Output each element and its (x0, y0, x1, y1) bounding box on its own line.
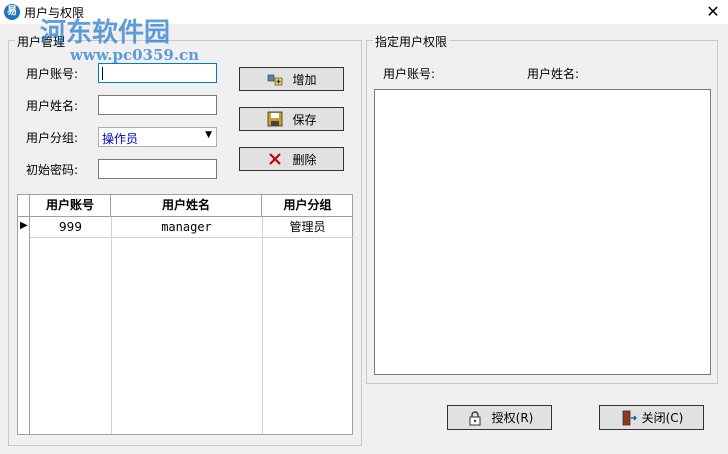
delete-button-label: 删除 (292, 152, 317, 167)
permissions-title: 指定用户权限 (373, 33, 450, 50)
permissions-list[interactable] (374, 89, 711, 375)
perm-account-label: 用户账号: (383, 67, 436, 81)
title-bar: 易 用户与权限 ✕ (0, 0, 728, 24)
name-label: 用户姓名: (26, 99, 79, 113)
column-divider (111, 217, 112, 434)
save-button[interactable]: 保存 (239, 107, 344, 131)
add-button[interactable]: 增加 (239, 67, 344, 91)
column-divider (262, 217, 263, 434)
add-button-label: 增加 (292, 72, 317, 87)
chevron-down-icon[interactable]: ▼ (205, 130, 212, 140)
user-management-title: 用户管理 (15, 33, 68, 50)
authorize-button-label: 授权(R) (491, 411, 534, 425)
grid-header: 用户账号 用户姓名 用户分组 (18, 195, 352, 217)
password-label: 初始密码: (26, 163, 79, 177)
lock-icon (466, 410, 484, 426)
group-select[interactable]: 操作员 ▼ (98, 127, 217, 147)
column-header-name[interactable]: 用户姓名 (111, 195, 262, 217)
red-x-icon (266, 151, 284, 167)
password-input[interactable] (98, 159, 217, 179)
delete-button[interactable]: 删除 (239, 147, 344, 171)
app-icon: 易 (4, 4, 20, 20)
users-grid[interactable]: 用户账号 用户姓名 用户分组 ▶ 999 manager 管理员 (17, 194, 353, 435)
exit-door-icon (620, 410, 638, 426)
cell-group[interactable]: 管理员 (262, 217, 353, 237)
row-divider (30, 237, 353, 238)
group-select-value: 操作员 (102, 132, 139, 146)
close-button[interactable]: 关闭(C) (599, 405, 704, 430)
row-pointer-icon: ▶ (20, 220, 28, 231)
column-header-account[interactable]: 用户账号 (30, 195, 111, 217)
window-close-button[interactable]: ✕ (698, 0, 728, 24)
header-row-selector (18, 195, 30, 217)
column-header-group[interactable]: 用户分组 (262, 195, 353, 217)
close-button-label: 关闭(C) (641, 411, 684, 425)
authorize-button[interactable]: 授权(R) (447, 405, 552, 430)
account-input[interactable] (98, 63, 217, 83)
text-caret (102, 67, 103, 80)
group-label: 用户分组: (26, 131, 79, 145)
name-input[interactable] (98, 95, 217, 115)
perm-name-label: 用户姓名: (527, 67, 580, 81)
account-label: 用户账号: (26, 67, 79, 81)
save-button-label: 保存 (292, 112, 317, 127)
floppy-disk-icon (266, 111, 284, 127)
add-user-icon (266, 71, 284, 87)
window-title: 用户与权限 (24, 6, 85, 20)
cell-account[interactable]: 999 (30, 217, 111, 237)
row-selector-column (18, 217, 30, 434)
cell-name[interactable]: manager (111, 217, 262, 237)
